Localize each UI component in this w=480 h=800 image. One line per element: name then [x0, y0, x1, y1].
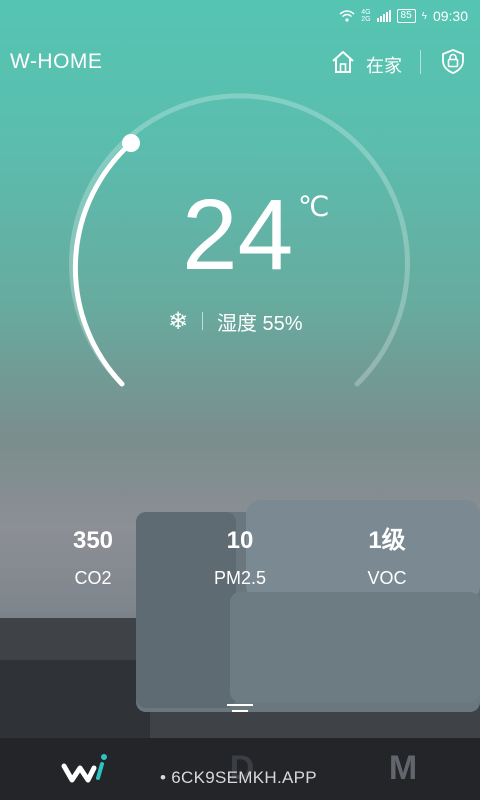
- signal-icon: [376, 10, 391, 22]
- temperature-value: 24: [182, 179, 294, 291]
- battery-level: 85: [396, 9, 416, 23]
- mode-divider: [202, 312, 203, 330]
- metric-pm25[interactable]: 10 PM2.5: [185, 524, 295, 598]
- air-quality-metrics: 350 CO2 10 PM2.5 1级 VOC: [0, 524, 480, 594]
- status-time: 09:30: [432, 8, 468, 24]
- network-type: 4G 2G: [361, 9, 371, 23]
- snowflake-icon[interactable]: ❄: [166, 307, 190, 336]
- metric-value: 10: [226, 527, 254, 554]
- home-icon[interactable]: [330, 49, 356, 75]
- metric-value: 350: [72, 527, 114, 554]
- sofa-background-image: [0, 500, 480, 738]
- metric-label: PM2.5: [213, 568, 267, 588]
- charging-icon: ϟ: [421, 10, 427, 22]
- metric-value: 1级: [368, 527, 406, 554]
- app-bar: W-HOME 在家: [0, 44, 480, 80]
- mode-row: ❄ 湿度 55%: [166, 306, 303, 336]
- tab-m[interactable]: M: [383, 748, 423, 788]
- brand-title: W-HOME: [10, 50, 103, 73]
- pull-up-handle[interactable]: [227, 704, 253, 716]
- metric-label: CO2: [74, 568, 112, 588]
- temperature-unit: ℃: [298, 191, 330, 222]
- home-mode-label[interactable]: 在家: [366, 52, 402, 78]
- metric-label: VOC: [367, 568, 407, 588]
- status-bar: 4G 2G 85 ϟ 09:30: [0, 0, 480, 32]
- screen: 4G 2G 85 ϟ 09:30 W-HOME 在家 24 ℃ ❄ 湿度 55%…: [0, 0, 480, 800]
- divider: [420, 50, 421, 74]
- humidity-label: 湿度 55%: [217, 312, 303, 335]
- w-logo-tab-icon[interactable]: [60, 748, 116, 788]
- metric-voc[interactable]: 1级 VOC: [332, 524, 442, 598]
- wifi-icon: [339, 10, 355, 22]
- metric-co2[interactable]: 350 CO2: [38, 524, 148, 598]
- watermark-text: • 6CK9SEMKH.APP: [160, 768, 317, 787]
- shield-lock-icon[interactable]: [439, 47, 467, 75]
